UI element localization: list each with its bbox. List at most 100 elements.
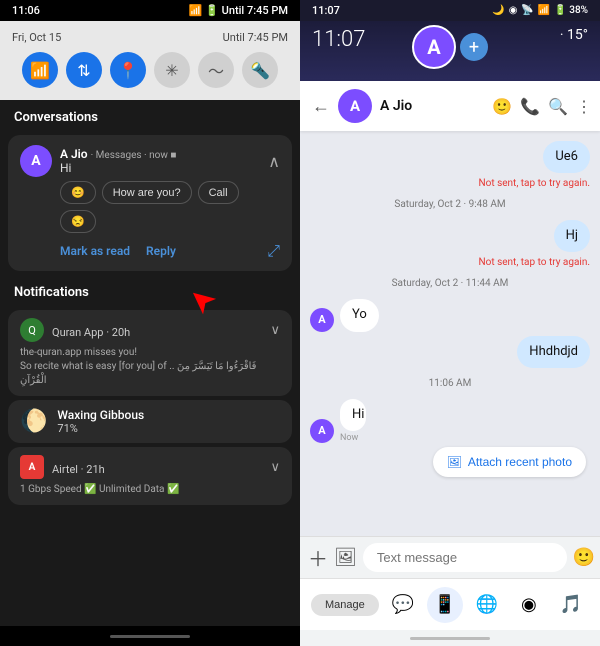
conv-msg: Hi	[60, 161, 260, 175]
msg-hhdhdjd: Hhdhdjd	[517, 336, 590, 368]
sync-toggle[interactable]: 〜	[198, 52, 234, 88]
nav-sms-icon[interactable]: 📱	[427, 587, 463, 623]
attach-photo-btn[interactable]: 🖼 Attach recent photo	[433, 447, 586, 477]
floating-time: 11:07	[312, 27, 365, 52]
status-icons-right: 🌙 ◉ 📡 📶 🔋 38%	[492, 5, 588, 16]
until-label: Until 7:45 PM	[223, 31, 288, 44]
contact-big-avatar: A	[412, 25, 456, 69]
moon-info: Waxing Gibbous 71%	[57, 408, 144, 435]
quran-meta: Quran App · 20h	[52, 321, 262, 340]
attach-photo-label: Attach recent photo	[468, 455, 572, 469]
airtel-icon: A	[20, 455, 44, 479]
msg-now-label: Now	[340, 433, 376, 443]
nav-music-icon[interactable]: 🎵	[553, 587, 589, 623]
airtel-notif[interactable]: A Airtel · 21h ∨ 1 Gbps Speed ✅ Unlimite…	[8, 447, 292, 505]
airtel-chevron[interactable]: ∨	[270, 460, 280, 475]
chat-header-bg: A + 11:07 · 15°	[300, 21, 600, 81]
mark-as-read-btn[interactable]: Mark as read	[60, 244, 130, 258]
conv-chevron[interactable]: ∧	[268, 152, 280, 171]
flashlight-toggle[interactable]: 🔦	[242, 52, 278, 88]
quran-chevron[interactable]: ∨	[270, 323, 280, 338]
signal-status: 📡	[521, 5, 533, 16]
msg-ue6: Ue6	[543, 141, 590, 173]
chat-contact-name: A Jio	[380, 98, 484, 114]
msg-yo: Yo	[340, 299, 379, 331]
qr-emoji2[interactable]: 😒	[60, 210, 96, 233]
msg-error-2[interactable]: Not sent, tap to try again.	[478, 257, 590, 268]
quran-icon: Q	[20, 318, 44, 342]
conv-avatar: A	[20, 145, 52, 177]
circle-status: ◉	[509, 5, 518, 16]
location-toggle[interactable]: 📍	[110, 52, 146, 88]
status-bar-right: 11:07 🌙 ◉ 📡 📶 🔋 38%	[300, 0, 600, 21]
floating-avatar-row: A +	[412, 25, 488, 69]
nav-browser-icon[interactable]: 🌐	[469, 587, 505, 623]
floating-temp: · 15°	[560, 27, 588, 43]
qs-date-row: Fri, Oct 15 Until 7:45 PM	[12, 31, 288, 44]
msg-in-avatar-1: A	[310, 308, 334, 332]
reply-btn[interactable]: Reply	[146, 244, 176, 258]
notifications-title: Notifications	[0, 275, 300, 306]
time-right: 11:07	[312, 4, 340, 17]
qr-emoji1[interactable]: 😊	[60, 181, 96, 204]
timestamp-2: Saturday, Oct 2 · 11:44 AM	[310, 278, 590, 289]
msg-in-avatar-2: A	[310, 419, 334, 443]
quran-header: Q Quran App · 20h ∨	[20, 318, 280, 342]
back-button[interactable]: ←	[312, 96, 330, 117]
battery-status: 🔋 38%	[554, 5, 588, 16]
emoji-icon[interactable]: 🙂	[573, 547, 595, 568]
airtel-meta: Airtel · 21h	[52, 458, 262, 477]
quick-settings: Fri, Oct 15 Until 7:45 PM 📶 ⇅ 📍 ✳ 〜 🔦	[0, 21, 300, 100]
bottom-bar-left	[0, 626, 300, 646]
phone-icon[interactable]: 📞	[520, 97, 540, 116]
input-bar: ＋ 🖼 🙂 🎤	[300, 536, 600, 578]
conv-name: A Jio · Messages · now ■	[60, 147, 260, 161]
qr-how-are-you[interactable]: How are you?	[102, 181, 192, 204]
home-indicator-left	[110, 635, 190, 638]
chat-app-bar: ← A A Jio 🙂 📞 🔍 ⋮	[300, 81, 600, 131]
expand-icon[interactable]: ⤢	[267, 241, 280, 261]
data-toggle[interactable]: ⇅	[66, 52, 102, 88]
msg-yo-row: A Yo	[310, 299, 590, 331]
more-icon[interactable]: ⋮	[576, 97, 592, 116]
qr-call[interactable]: Call	[198, 181, 239, 204]
conversations-title: Conversations	[0, 100, 300, 131]
nav-messages-icon[interactable]: 💬	[385, 587, 421, 623]
gallery-icon[interactable]: 🖼	[334, 547, 357, 568]
conv-header: A A Jio · Messages · now ■ Hi ∧	[20, 145, 280, 177]
status-bar-left: 11:06 📶 🔋 Until 7:45 PM	[0, 0, 300, 21]
quran-notif[interactable]: Q Quran App · 20h ∨ the-quran.app misses…	[8, 310, 292, 396]
bottom-nav: Manage 💬 📱 🌐 ◉ 🎵	[300, 578, 600, 630]
quick-replies: 😊 How are you? Call 😒	[60, 181, 280, 233]
home-indicator-right	[410, 637, 490, 640]
time-left: 11:06	[12, 4, 40, 17]
bluetooth-toggle[interactable]: ✳	[154, 52, 190, 88]
chat-bar-icons: 🙂 📞 🔍 ⋮	[492, 97, 592, 116]
moon-card: 🌔 Waxing Gibbous 71%	[8, 400, 292, 443]
conversation-card[interactable]: A A Jio · Messages · now ■ Hi ∧ 😊 How ar…	[8, 135, 292, 271]
msg-error-1[interactable]: Not sent, tap to try again.	[478, 178, 590, 189]
timestamp-1: Saturday, Oct 2 · 9:48 AM	[310, 199, 590, 210]
bottom-bar-right	[300, 630, 600, 646]
conversations-section: Conversations A A Jio · Messages · now ■…	[0, 100, 300, 626]
sticker-icon[interactable]: 🙂	[492, 97, 512, 116]
nav-chrome-icon[interactable]: ◉	[511, 587, 547, 623]
add-attachment-icon[interactable]: ＋	[308, 543, 328, 572]
timestamp-3: 11:06 AM	[310, 378, 590, 389]
status-icons-left: 📶 🔋 Until 7:45 PM	[189, 4, 288, 17]
moon-pct: 71%	[57, 422, 144, 435]
add-contact-btn[interactable]: +	[460, 33, 488, 61]
messages-area: Ue6 Not sent, tap to try again. Saturday…	[300, 131, 600, 536]
airtel-header: A Airtel · 21h ∨	[20, 455, 280, 479]
airtel-body: 1 Gbps Speed ✅ Unlimited Data ✅	[20, 483, 280, 497]
conv-actions: Mark as read Reply ⤢	[60, 241, 280, 261]
moon-phase: Waxing Gibbous	[57, 408, 144, 422]
date-label: Fri, Oct 15	[12, 31, 61, 44]
search-icon[interactable]: 🔍	[548, 97, 568, 116]
quick-setting-icons: 📶 ⇅ 📍 ✳ 〜 🔦	[12, 52, 288, 88]
moon-status: 🌙	[492, 5, 504, 16]
wifi-toggle[interactable]: 📶	[22, 52, 58, 88]
manage-button[interactable]: Manage	[311, 594, 379, 616]
right-panel: 11:07 🌙 ◉ 📡 📶 🔋 38% A + 11:07 · 15° ← A …	[300, 0, 600, 646]
message-input[interactable]	[363, 543, 567, 572]
